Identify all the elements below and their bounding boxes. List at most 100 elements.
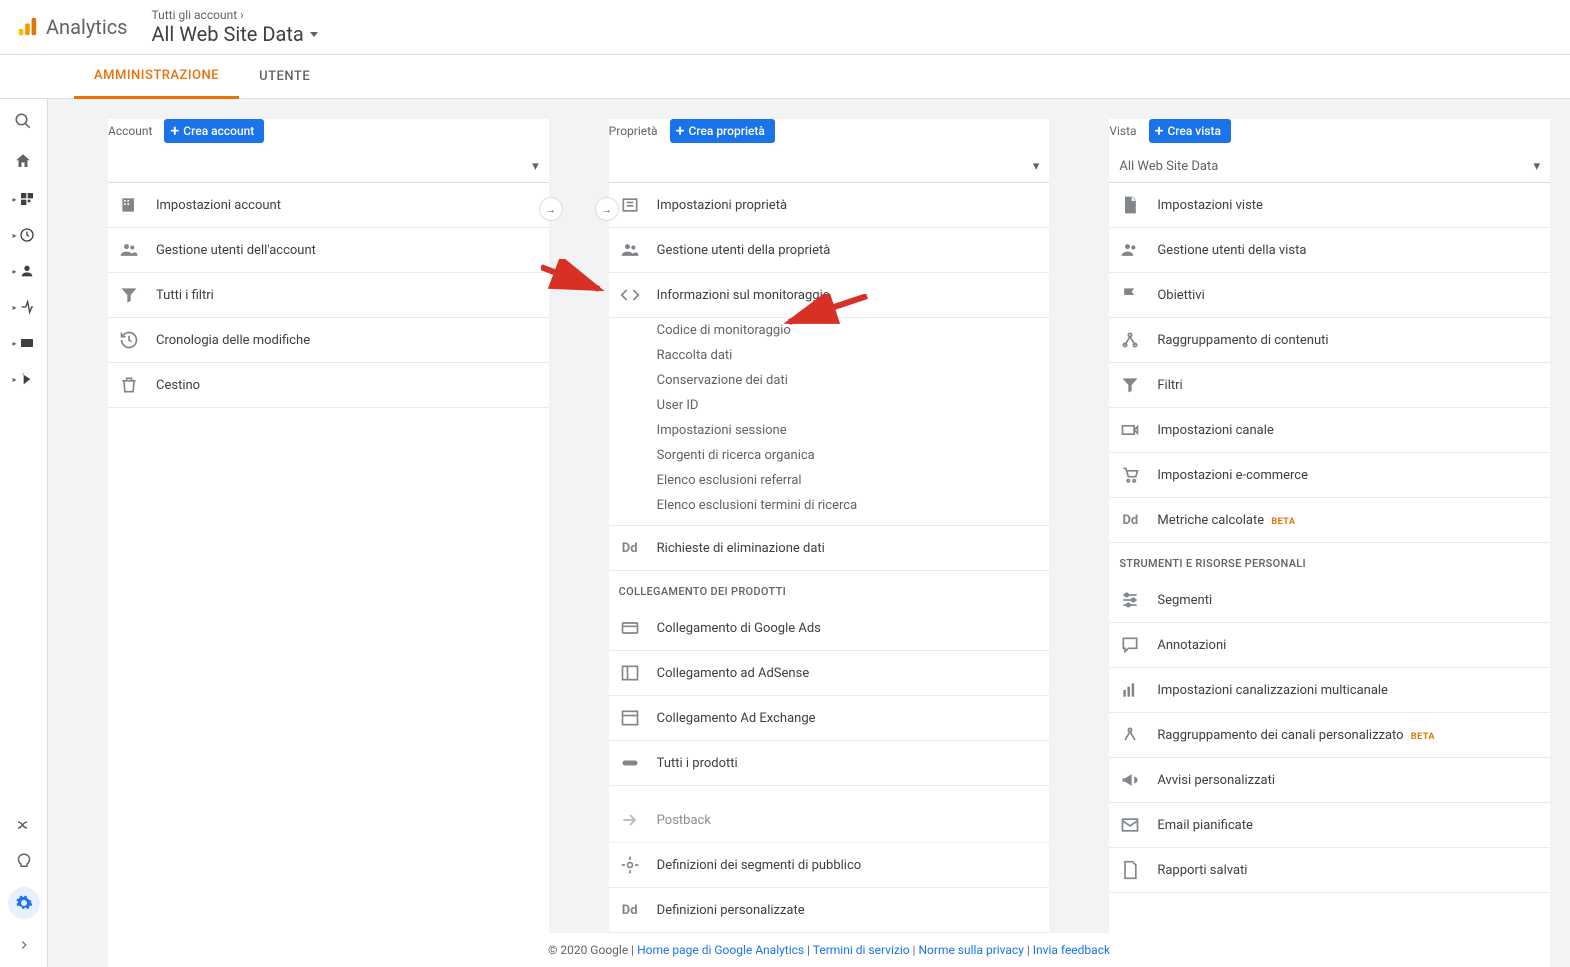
view-selector[interactable]: All Web Site Data▾ [1109, 151, 1550, 183]
item-label: Gestione utenti della proprietà [657, 243, 831, 258]
item-label: Raggruppamento di contenuti [1157, 333, 1328, 348]
create-view-label: Crea vista [1167, 124, 1221, 138]
item-label: Collegamento Ad Exchange [657, 711, 816, 726]
audience-definitions[interactable]: Definizioni dei segmenti di pubblico [609, 843, 1050, 888]
comment-icon [1119, 634, 1141, 656]
personal-tools-header: STRUMENTI E RISORSE PERSONALI [1109, 543, 1550, 578]
logo-text: Analytics [46, 15, 128, 39]
view-custom-channel[interactable]: Raggruppamento dei canali personalizzato… [1109, 713, 1550, 758]
property-selector[interactable]: ▾ [609, 151, 1050, 183]
custom-definitions[interactable]: DdDefinizioni personalizzate [609, 888, 1050, 933]
channel-icon [1119, 419, 1141, 441]
item-label: Metriche calcolate BETA [1157, 513, 1295, 528]
link-all-products[interactable]: Tutti i prodotti [609, 741, 1050, 786]
create-view-button[interactable]: +Crea vista [1149, 119, 1231, 143]
footer-terms-link[interactable]: Termini di servizio [813, 943, 910, 957]
tab-admin[interactable]: AMMINISTRAZIONE [74, 55, 239, 99]
cart-icon [1119, 464, 1141, 486]
property-settings[interactable]: Impostazioni proprietà [609, 183, 1050, 228]
nav-arrow-right[interactable]: → [595, 197, 619, 221]
view-ecommerce[interactable]: Impostazioni e-commerce [1109, 453, 1550, 498]
discover-icon[interactable] [14, 851, 34, 871]
property-tracking[interactable]: Informazioni sul monitoraggio [609, 273, 1050, 318]
account-history[interactable]: Cronologia delle modifiche [108, 318, 549, 363]
property-users[interactable]: Gestione utenti della proprietà [609, 228, 1050, 273]
tracking-search-terms[interactable]: Elenco esclusioni termini di ricerca [609, 493, 1050, 526]
create-property-button[interactable]: +Crea proprietà [670, 119, 775, 143]
document-icon [1119, 859, 1141, 881]
view-content-grouping[interactable]: Raggruppamento di contenuti [1109, 318, 1550, 363]
segments-icon [1119, 589, 1141, 611]
analytics-logo-icon [16, 16, 38, 38]
tracking-referral[interactable]: Elenco esclusioni referral [609, 468, 1050, 493]
footer-feedback-link[interactable]: Invia feedback [1033, 943, 1110, 957]
building-icon [118, 194, 140, 216]
view-label: Vista [1109, 124, 1136, 138]
tracking-organic[interactable]: Sorgenti di ricerca organica [609, 443, 1050, 468]
grouping-icon [1119, 329, 1141, 351]
chevron-right-icon[interactable] [14, 935, 34, 955]
behavior-icon[interactable]: ▸ [12, 335, 34, 351]
create-account-label: Crea account [183, 124, 254, 138]
audience-icon[interactable]: ▸ [12, 263, 34, 279]
link-google-ads[interactable]: Collegamento di Google Ads [609, 606, 1050, 651]
view-segments[interactable]: Segmenti [1109, 578, 1550, 623]
acquisition-icon[interactable]: ▸ [12, 299, 34, 315]
item-label: Definizioni personalizzate [657, 903, 805, 918]
home-icon[interactable] [13, 151, 33, 171]
tracking-userid[interactable]: User ID [609, 393, 1050, 418]
conversions-icon[interactable]: ▸ [12, 371, 34, 387]
tab-user[interactable]: UTENTE [239, 55, 330, 99]
admin-icon[interactable] [8, 887, 40, 919]
tracking-data-collection[interactable]: Raccolta dati [609, 343, 1050, 368]
tabs-bar: AMMINISTRAZIONE UTENTE [0, 55, 1570, 99]
dd-requests[interactable]: DdRichieste di eliminazione dati [609, 526, 1050, 571]
email-icon [1119, 814, 1141, 836]
item-label: Segmenti [1157, 593, 1212, 608]
realtime-icon[interactable]: ▸ [12, 227, 34, 243]
tracking-session[interactable]: Impostazioni sessione [609, 418, 1050, 443]
create-account-button[interactable]: +Crea account [164, 119, 264, 143]
view-multichannel[interactable]: Impostazioni canalizzazioni multicanale [1109, 668, 1550, 713]
item-label: Raggruppamento dei canali personalizzato… [1157, 728, 1435, 743]
annotation-arrow-icon [541, 259, 611, 299]
view-settings[interactable]: Impostazioni viste [1109, 183, 1550, 228]
tracking-code[interactable]: Codice di monitoraggio [609, 318, 1050, 343]
history-icon [118, 329, 140, 351]
view-annotations[interactable]: Annotazioni [1109, 623, 1550, 668]
customization-icon[interactable]: ▸ [12, 191, 34, 207]
view-saved-reports[interactable]: Rapporti salvati [1109, 848, 1550, 893]
nav-arrow-right[interactable]: → [539, 197, 563, 221]
view-column: Vista +Crea vista All Web Site Data▾ Imp… [1109, 119, 1550, 933]
footer-privacy-link[interactable]: Norme sulla privacy [918, 943, 1023, 957]
item-label: Avvisi personalizzati [1157, 773, 1275, 788]
tracking-retention[interactable]: Conservazione dei dati [609, 368, 1050, 393]
account-selector[interactable]: ▾ [108, 151, 549, 183]
view-scheduled-emails[interactable]: Email pianificate [1109, 803, 1550, 848]
item-label: Tutti i filtri [156, 288, 214, 303]
document-icon [1119, 194, 1141, 216]
account-filters[interactable]: Tutti i filtri [108, 273, 549, 318]
view-calculated-metrics[interactable]: DdMetriche calcolate BETA [1109, 498, 1550, 543]
attribution-icon[interactable] [14, 815, 34, 835]
search-icon[interactable] [13, 111, 33, 131]
logo[interactable]: Analytics [16, 15, 128, 39]
view-users[interactable]: Gestione utenti della vista [1109, 228, 1550, 273]
postback[interactable]: Postback [609, 798, 1050, 843]
property-column: Proprietà +Crea proprietà ▾ Impostazioni… [609, 119, 1050, 933]
link-adsense[interactable]: Collegamento ad AdSense [609, 651, 1050, 696]
link-adexchange[interactable]: Collegamento Ad Exchange [609, 696, 1050, 741]
breadcrumb-view-text: All Web Site Data [152, 22, 304, 46]
item-label: Richieste di eliminazione dati [657, 541, 825, 556]
view-filters[interactable]: Filtri [1109, 363, 1550, 408]
admin-content: Account +Crea account ▾ Impostazioni acc… [48, 99, 1570, 967]
account-trash[interactable]: Cestino [108, 363, 549, 408]
account-users[interactable]: Gestione utenti dell'account [108, 228, 549, 273]
view-custom-alerts[interactable]: Avvisi personalizzati [1109, 758, 1550, 803]
breadcrumb[interactable]: Tutti gli account › All Web Site Data [152, 8, 318, 46]
view-goals[interactable]: Obiettivi [1109, 273, 1550, 318]
breadcrumb-view: All Web Site Data [152, 22, 318, 46]
account-settings[interactable]: Impostazioni account [108, 183, 549, 228]
footer-home-link[interactable]: Home page di Google Analytics [637, 943, 804, 957]
view-channel-settings[interactable]: Impostazioni canale [1109, 408, 1550, 453]
